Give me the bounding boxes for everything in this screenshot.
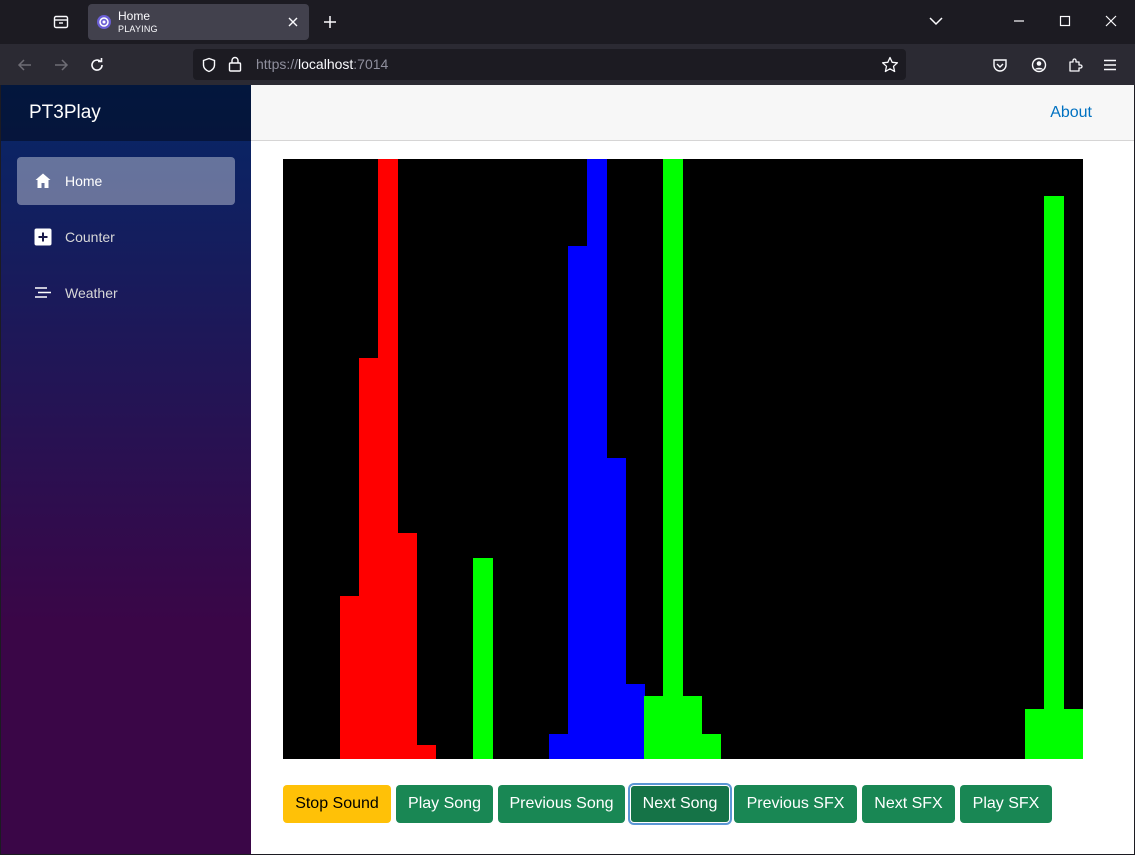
tab-title: Home xyxy=(118,9,151,23)
close-window-button[interactable] xyxy=(1091,6,1131,36)
stop-sound-button[interactable]: Stop Sound xyxy=(283,785,391,823)
sidebar-item-weather[interactable]: Weather xyxy=(17,269,235,317)
url-host: localhost xyxy=(298,56,354,72)
forward-button[interactable] xyxy=(46,50,76,80)
address-bar[interactable]: https://localhost:7014 xyxy=(193,49,906,80)
arrow-right-icon xyxy=(55,59,69,71)
top-row: About xyxy=(251,85,1134,141)
maximize-button[interactable] xyxy=(1045,6,1085,36)
firefox-view-icon xyxy=(53,15,69,29)
new-tab-button[interactable] xyxy=(318,10,342,34)
browser-tab-bar: Home PLAYING xyxy=(0,0,1135,44)
visualizer-bar xyxy=(1063,709,1083,759)
firefox-view-button[interactable] xyxy=(44,8,78,36)
bookmark-star-icon[interactable] xyxy=(881,56,899,74)
app-brand[interactable]: PT3Play xyxy=(29,103,101,123)
hamburger-menu-icon xyxy=(1104,59,1116,71)
previous-sfx-button[interactable]: Previous SFX xyxy=(734,785,857,823)
brand-row: PT3Play xyxy=(1,85,251,141)
visualizer-bar xyxy=(587,159,607,759)
play-song-button[interactable]: Play Song xyxy=(396,785,493,823)
browser-tab-home[interactable]: Home PLAYING xyxy=(88,4,309,40)
arrow-left-icon xyxy=(17,59,31,71)
minimize-icon xyxy=(1014,20,1024,22)
lock-icon[interactable] xyxy=(228,56,242,72)
blazor-favicon-icon xyxy=(97,15,111,29)
visualizer-bar xyxy=(340,596,360,759)
visualizer-bar xyxy=(397,533,417,759)
plus-square-icon xyxy=(34,228,52,246)
tab-playing-label: PLAYING xyxy=(118,24,158,34)
account-button[interactable] xyxy=(1024,50,1054,80)
visualizer-bars xyxy=(340,159,1083,759)
list-icon xyxy=(35,287,51,298)
visualizer-bar xyxy=(606,458,626,759)
about-link[interactable]: About xyxy=(1050,104,1092,121)
close-icon xyxy=(1105,15,1117,27)
url-scheme: https:// xyxy=(256,56,299,72)
plus-icon xyxy=(324,16,336,28)
url-port: :7014 xyxy=(353,56,389,72)
sidebar-item-label: Counter xyxy=(65,229,115,245)
minimize-button[interactable] xyxy=(999,6,1039,36)
pocket-button[interactable] xyxy=(985,50,1015,80)
audio-visualizer-canvas xyxy=(283,159,1083,759)
visualizer-bar xyxy=(473,558,493,759)
previous-song-button[interactable]: Previous Song xyxy=(498,785,625,823)
sidebar: PT3Play Home Counter Weather xyxy=(1,85,251,854)
browser-nav-bar: https://localhost:7014 xyxy=(0,44,1135,85)
maximize-icon xyxy=(1059,15,1071,27)
sidebar-item-label: Home xyxy=(65,173,103,189)
account-icon xyxy=(1031,57,1047,73)
sidebar-item-home[interactable]: Home xyxy=(17,157,235,205)
visualizer-bar xyxy=(1044,196,1064,759)
visualizer-bar xyxy=(644,696,664,759)
visualizer-bar xyxy=(1025,709,1045,759)
close-icon xyxy=(288,17,298,27)
visualizer-bar xyxy=(359,358,379,759)
visualizer-bar xyxy=(568,246,588,759)
visualizer-bar xyxy=(663,159,683,759)
sidebar-item-counter[interactable]: Counter xyxy=(17,213,235,261)
shield-icon[interactable] xyxy=(201,57,217,73)
next-song-button[interactable]: Next Song xyxy=(630,785,730,823)
extensions-button[interactable] xyxy=(1060,50,1090,80)
back-button[interactable] xyxy=(10,50,40,80)
puzzle-icon xyxy=(1069,58,1083,72)
list-all-tabs-button[interactable] xyxy=(916,6,956,36)
reload-icon xyxy=(91,58,103,71)
menu-button[interactable] xyxy=(1095,50,1125,80)
tab-close-button[interactable] xyxy=(285,14,301,30)
play-sfx-button[interactable]: Play SFX xyxy=(960,785,1052,823)
sidebar-item-label: Weather xyxy=(65,285,118,301)
chevron-down-icon xyxy=(929,17,943,26)
reload-button[interactable] xyxy=(82,50,112,80)
web-page: PT3Play Home Counter Weather About Stop … xyxy=(1,85,1134,854)
url-text[interactable]: https://localhost:7014 xyxy=(256,57,388,72)
visualizer-bar xyxy=(549,734,569,759)
visualizer-bar xyxy=(416,745,436,759)
next-sfx-button[interactable]: Next SFX xyxy=(862,785,955,823)
visualizer-bar xyxy=(625,684,645,759)
visualizer-bar xyxy=(682,696,702,759)
pocket-icon xyxy=(993,59,1007,72)
home-icon xyxy=(35,173,51,188)
visualizer-bar xyxy=(701,734,721,759)
visualizer-bar xyxy=(378,159,398,759)
